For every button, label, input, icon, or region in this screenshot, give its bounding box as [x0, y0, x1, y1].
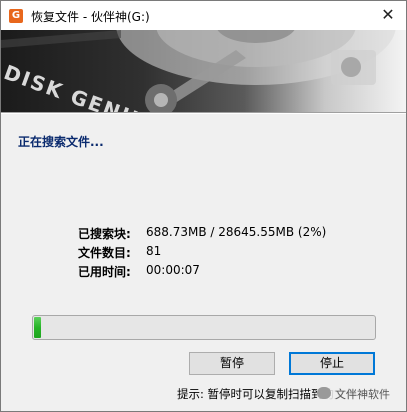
close-button[interactable]: ✕ [370, 1, 406, 30]
file-count-value: 81 [146, 244, 162, 258]
diskgenius-banner: DISK GENIUS [1, 30, 406, 112]
searched-blocks-label: 已搜索块: [78, 227, 131, 241]
progress-fill [34, 317, 41, 338]
recover-files-dialog: G 恢复文件 - 伙伴神(G:) ✕ DISK GENIUS 正在搜索文件...… [0, 0, 407, 412]
file-count-label: 文件数目: [78, 246, 131, 260]
search-progress-bar [32, 315, 376, 340]
stop-button[interactable]: 停止 [289, 352, 375, 375]
wechat-icon [317, 387, 331, 399]
elapsed-time-label: 已用时间: [78, 265, 131, 279]
elapsed-time-value: 00:00:07 [146, 263, 200, 277]
watermark-text: 文伴神软件 [335, 388, 390, 401]
searched-blocks-value: 688.73MB / 28645.55MB (2%) [146, 225, 327, 239]
banner-divider-highlight [1, 113, 406, 114]
window-title: 恢复文件 - 伙伴神(G:) [31, 10, 150, 24]
pause-button[interactable]: 暂停 [189, 352, 275, 375]
status-heading: 正在搜索文件... [18, 135, 104, 149]
title-bar: G 恢复文件 - 伙伴神(G:) ✕ [1, 1, 406, 30]
diskgenius-app-icon: G [9, 9, 23, 23]
watermark: 文伴神软件 [317, 386, 390, 402]
